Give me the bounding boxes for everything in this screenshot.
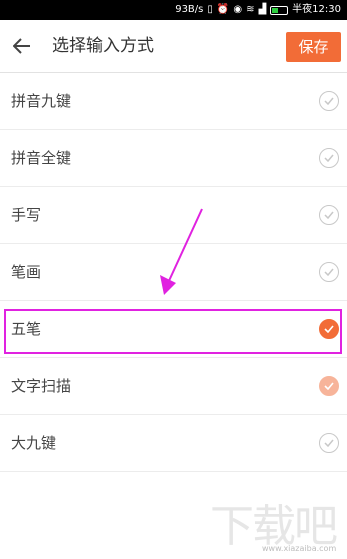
vibrate-icon: ▯ (207, 4, 213, 15)
option-label: 笔画 (11, 263, 42, 281)
annotation-arrow-icon (160, 208, 203, 295)
check-icon (319, 433, 339, 453)
check-icon (319, 148, 339, 168)
header: 选择输入方式 保存 (0, 20, 347, 73)
check-icon (319, 205, 339, 225)
option-label: 手写 (11, 206, 42, 224)
option-label: 大九键 (11, 434, 57, 452)
signal-icon: ▟ (258, 4, 267, 15)
page-title: 选择输入方式 (52, 36, 154, 56)
annotation-highlight-box (4, 309, 342, 354)
option-pinyin-full[interactable]: 拼音全键 (0, 130, 347, 187)
check-icon (319, 91, 339, 111)
clock: 半夜12:30 (292, 4, 341, 15)
battery-icon (270, 5, 289, 15)
option-text-scan[interactable]: 文字扫描 (0, 358, 347, 415)
option-label: 文字扫描 (11, 377, 72, 395)
eye-icon: ◉ (233, 4, 243, 15)
option-label: 拼音九键 (11, 92, 72, 110)
back-arrow-icon[interactable] (10, 34, 34, 58)
check-icon (319, 376, 339, 396)
check-icon (319, 262, 339, 282)
wifi-icon: ≋ (246, 4, 255, 15)
alarm-icon: ⏰ (216, 4, 230, 15)
net-speed: 93B/s (175, 4, 204, 15)
option-big-9key[interactable]: 大九键 (0, 415, 347, 472)
option-pinyin-9key[interactable]: 拼音九键 (0, 73, 347, 130)
status-bar: 93B/s ▯ ⏰ ◉ ≋ ▟ 半夜12:30 (0, 0, 347, 20)
option-label: 拼音全键 (11, 149, 72, 167)
save-button[interactable]: 保存 (286, 32, 341, 62)
watermark-url: www.xiazaiba.com (262, 544, 337, 553)
